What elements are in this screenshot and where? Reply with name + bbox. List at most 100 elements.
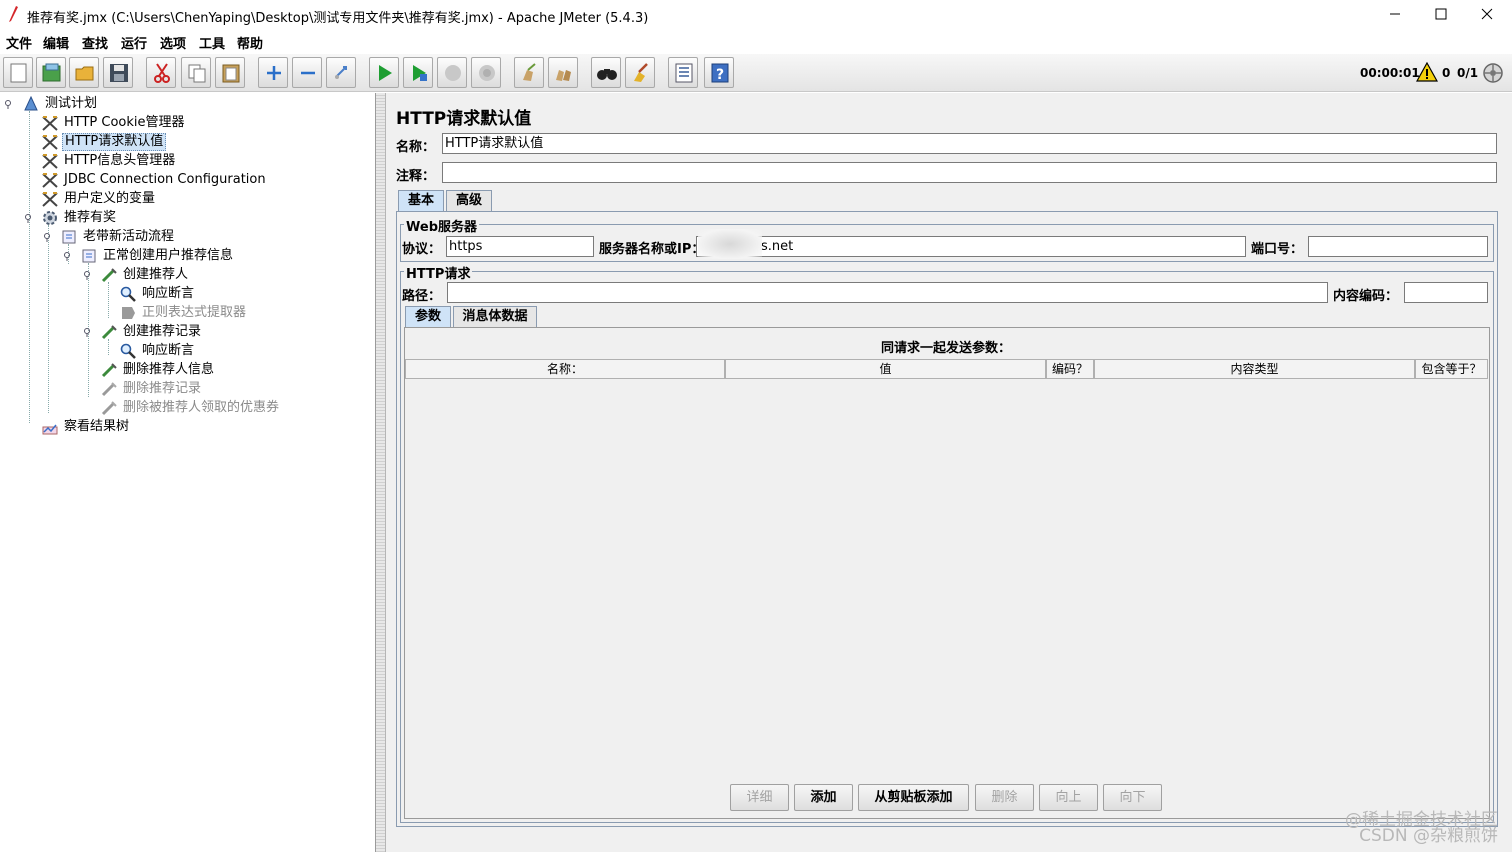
copy-button[interactable]	[181, 57, 211, 88]
expand-toggle-icon[interactable]	[84, 328, 93, 337]
window-title: 推荐有奖.jmx (C:\Users\ChenYaping\Desktop\测试…	[27, 11, 649, 26]
open-button[interactable]	[69, 57, 99, 88]
http-request-title: HTTP请求	[404, 263, 473, 282]
help-button[interactable]: ?	[704, 57, 734, 88]
web-server-title: Web服务器	[404, 216, 479, 235]
tab-parameters[interactable]: 参数	[405, 306, 451, 327]
clear-all-button[interactable]	[548, 57, 578, 88]
menu-options[interactable]: 选项	[160, 33, 186, 52]
reset-search-icon	[634, 63, 648, 82]
detail-button[interactable]: 详细	[730, 784, 789, 811]
reset-search-button[interactable]	[625, 57, 655, 88]
open-icon	[75, 66, 94, 81]
paste-button[interactable]	[215, 57, 245, 88]
sampler-pipette-icon	[101, 363, 117, 378]
close-button[interactable]	[1464, 0, 1510, 30]
http-defaults-panel: HTTP请求默认值 名称： HTTP请求默认值 注释： 基本 高级 Web服务器…	[386, 93, 1512, 852]
menu-tools[interactable]: 工具	[199, 33, 225, 52]
shutdown-button[interactable]	[471, 57, 501, 88]
assertion-magnifier-icon	[120, 343, 136, 359]
stop-button[interactable]	[437, 57, 467, 88]
menu-file[interactable]: 文件	[6, 33, 32, 52]
clear-button[interactable]	[514, 57, 544, 88]
expand-button[interactable]	[258, 57, 288, 88]
menu-bar: 文件 编辑 查找 运行 选项 工具 帮助	[0, 30, 1512, 54]
save-button[interactable]	[103, 57, 133, 88]
menu-run[interactable]: 运行	[121, 33, 147, 52]
minimize-button[interactable]	[1372, 0, 1418, 30]
config-element-icon	[42, 116, 58, 131]
name-label: 名称：	[396, 140, 436, 155]
start-no-pause-icon	[413, 65, 427, 81]
test-plan-tree: 测试计划 HTTP Cookie管理器 HTTP请求默认值 HTTP信息头管理器…	[0, 93, 376, 852]
sampler-pipette-icon	[101, 268, 117, 283]
expand-toggle-icon[interactable]	[5, 100, 14, 109]
column-value[interactable]: 值	[725, 359, 1046, 379]
tab-advanced[interactable]: 高级	[446, 190, 492, 211]
paste-icon	[222, 64, 240, 83]
warning-count: 0	[1442, 66, 1451, 80]
templates-icon	[42, 63, 61, 82]
delete-button[interactable]: 删除	[975, 784, 1034, 811]
column-content-type[interactable]: 内容类型	[1094, 359, 1415, 379]
toolbar: ?	[0, 54, 1512, 92]
content-encoding-field[interactable]	[1404, 282, 1488, 303]
config-element-icon	[42, 135, 58, 150]
collapse-button[interactable]	[292, 57, 322, 88]
protocol-field[interactable]: https	[446, 236, 594, 257]
expand-toggle-icon[interactable]	[84, 271, 93, 280]
sampler-pipette-icon	[101, 401, 117, 416]
save-icon	[110, 64, 128, 82]
tab-body-data[interactable]: 消息体数据	[453, 306, 537, 327]
protocol-label: 协议：	[402, 242, 442, 257]
new-button[interactable]	[3, 57, 33, 88]
tab-basic[interactable]: 基本	[398, 190, 444, 211]
search-icon	[597, 69, 617, 80]
expand-toggle-icon[interactable]	[44, 233, 53, 242]
toggle-icon	[335, 66, 347, 79]
cut-button[interactable]	[146, 57, 176, 88]
jmeter-feather-icon	[9, 6, 18, 22]
port-field[interactable]	[1308, 236, 1488, 257]
expand-toggle-icon[interactable]	[64, 252, 73, 261]
config-element-icon	[42, 173, 58, 188]
stop-icon	[445, 65, 461, 81]
function-helper-button[interactable]	[668, 57, 698, 88]
warning-icon[interactable]	[1416, 62, 1438, 82]
column-encode[interactable]: 编码？	[1046, 359, 1094, 379]
add-from-clipboard-button[interactable]: 从剪贴板添加	[858, 784, 969, 811]
new-icon	[10, 63, 27, 83]
server-field[interactable]: s.net	[696, 236, 1246, 257]
sampler-pipette-icon	[101, 382, 117, 397]
redacted-blur	[698, 229, 762, 259]
column-include-equals[interactable]: 包含等于？	[1415, 359, 1488, 379]
path-field[interactable]	[447, 282, 1328, 303]
menu-help[interactable]: 帮助	[237, 33, 263, 52]
function-helper-icon	[675, 63, 693, 83]
path-label: 路径：	[402, 289, 442, 304]
sampler-pipette-icon	[101, 325, 117, 340]
expand-toggle-icon[interactable]	[25, 214, 34, 223]
name-field[interactable]: HTTP请求默认值	[442, 133, 1497, 154]
port-label: 端口号：	[1251, 242, 1304, 257]
comment-field[interactable]	[442, 162, 1497, 183]
column-name[interactable]: 名称：	[405, 359, 725, 379]
server-label: 服务器名称或IP：	[599, 242, 705, 257]
title-bar: 推荐有奖.jmx (C:\Users\ChenYaping\Desktop\测试…	[0, 0, 1512, 30]
toggle-button[interactable]	[326, 57, 356, 88]
watermark: @稀土掘金技术社区 CSDN @杂粮煎饼	[1345, 812, 1498, 845]
move-down-button[interactable]: 向下	[1103, 784, 1162, 811]
move-up-button[interactable]: 向上	[1039, 784, 1098, 811]
templates-button[interactable]	[36, 57, 66, 88]
add-button[interactable]: 添加	[794, 784, 853, 811]
menu-edit[interactable]: 编辑	[43, 33, 69, 52]
search-button[interactable]	[591, 57, 621, 88]
maximize-button[interactable]	[1418, 0, 1464, 30]
help-icon: ?	[711, 63, 729, 83]
start-button[interactable]	[369, 57, 399, 88]
elapsed-timer: 00:00:01	[1360, 66, 1420, 80]
copy-icon	[188, 64, 206, 83]
menu-search[interactable]: 查找	[82, 33, 108, 52]
start-no-pause-button[interactable]	[403, 57, 433, 88]
pane-splitter[interactable]	[376, 93, 386, 852]
